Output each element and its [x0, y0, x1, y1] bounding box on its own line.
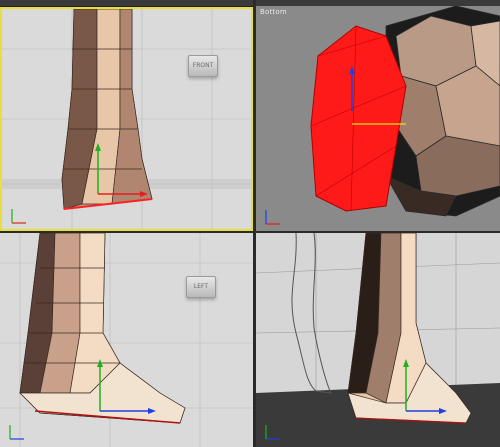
left-scene	[0, 233, 253, 447]
front-foot-mesh	[61, 9, 153, 210]
left-foot-mesh	[19, 233, 186, 424]
viewcube-left[interactable]: LEFT	[186, 276, 216, 298]
viewport-divider-horizontal[interactable]	[0, 231, 500, 233]
bottom-scene	[310, 6, 500, 217]
viewport-perspective[interactable]	[256, 233, 500, 447]
bottom-foot-mesh	[385, 6, 500, 217]
axis-tripod-perspective	[265, 425, 280, 440]
viewport-front[interactable]: FRONT	[0, 7, 253, 231]
axis-tripod-bottom	[265, 210, 280, 225]
viewcube-front[interactable]: FRONT	[188, 55, 218, 77]
perspective-scene	[256, 233, 500, 447]
axis-tripod-left	[9, 425, 24, 440]
front-scene	[2, 9, 251, 229]
viewport-divider-vertical[interactable]	[253, 0, 256, 447]
viewport-left[interactable]: LEFT	[0, 233, 253, 447]
axis-tripod-front	[11, 209, 26, 224]
viewport-bottom[interactable]: Bottom	[256, 6, 500, 233]
